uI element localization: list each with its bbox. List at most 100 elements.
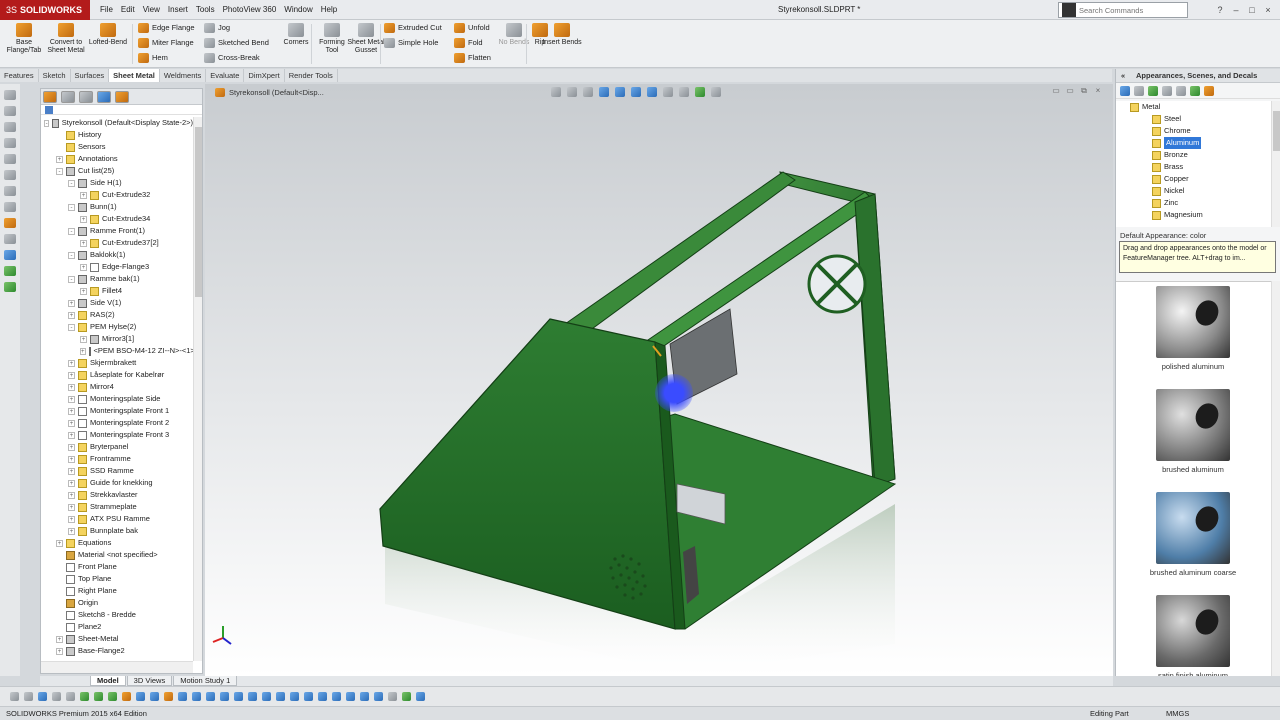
expand-toggle-icon[interactable]: +: [68, 383, 75, 391]
solid-filter-icon[interactable]: [122, 692, 131, 701]
expand-toggle-icon[interactable]: +: [56, 635, 63, 643]
corners-button[interactable]: Corners: [276, 23, 316, 47]
tab-evaluate[interactable]: Evaluate: [206, 69, 245, 82]
trim-tool-icon[interactable]: [4, 202, 16, 212]
expand-toggle-icon[interactable]: +: [68, 491, 75, 499]
datum-target-filter-icon[interactable]: [304, 692, 313, 701]
miter-flange-button[interactable]: Miter Flange: [138, 37, 194, 49]
surface-finish-filter-icon[interactable]: [234, 692, 243, 701]
bottom-tab-model[interactable]: Model: [90, 676, 126, 686]
tree-filter[interactable]: [41, 105, 202, 115]
tree-node[interactable]: + Fillet4: [41, 285, 193, 297]
dimxpert-tab-icon[interactable]: [97, 90, 111, 103]
bottom-tab-3d-views[interactable]: 3D Views: [126, 676, 173, 686]
menu-item-file[interactable]: File: [96, 0, 117, 20]
units-selector[interactable]: MMGS: [1166, 707, 1189, 720]
expand-toggle-icon[interactable]: +: [68, 419, 75, 427]
relations-tool-icon[interactable]: [4, 234, 16, 244]
tree-node[interactable]: Front Plane: [41, 561, 193, 573]
sketch-segment-filter-icon[interactable]: [178, 692, 187, 701]
view-settings-icon[interactable]: [711, 87, 721, 97]
tree-node[interactable]: + ATX PSU Ramme: [41, 513, 193, 525]
collapse-chevron-icon[interactable]: «: [1121, 69, 1125, 83]
appearance-thumbnail[interactable]: brushed aluminum coarse: [1120, 492, 1266, 577]
expand-toggle-icon[interactable]: +: [68, 479, 75, 487]
maximize-button[interactable]: □: [1244, 0, 1260, 20]
tree-node[interactable]: + Skjermbrakett: [41, 357, 193, 369]
menu-item-view[interactable]: View: [139, 0, 164, 20]
line-tool-icon[interactable]: [4, 122, 16, 132]
viewport-restore-button[interactable]: ▭: [1063, 86, 1077, 96]
tree-node[interactable]: Sketch8 - Bredde: [41, 609, 193, 621]
top-rail-back[interactable]: [564, 171, 796, 335]
axis-filter-icon[interactable]: [136, 692, 145, 701]
appearance-thumbnail[interactable]: polished aluminum: [1120, 286, 1266, 371]
apply-scene-icon[interactable]: [695, 87, 705, 97]
tree-node[interactable]: + Equations: [41, 537, 193, 549]
menu-item-insert[interactable]: Insert: [164, 0, 192, 20]
convert-to-sheet-metal-button[interactable]: Convert to Sheet Metal: [46, 23, 86, 55]
tree-node[interactable]: + Base-Flange2: [41, 645, 193, 657]
clear-filters-icon[interactable]: [24, 692, 33, 701]
expand-toggle-icon[interactable]: -: [68, 323, 75, 331]
search-commands-box[interactable]: [1058, 2, 1188, 18]
expand-toggle-icon[interactable]: +: [80, 215, 87, 223]
forward-icon[interactable]: [1134, 85, 1144, 96]
right-side-panel[interactable]: [854, 193, 896, 487]
select-tool-icon[interactable]: [4, 90, 16, 100]
dimension-tool-icon[interactable]: [4, 218, 16, 228]
save-tool-icon[interactable]: [4, 250, 16, 260]
tree-node[interactable]: + SSD Ramme: [41, 465, 193, 477]
material-item[interactable]: Bronze: [1116, 149, 1272, 161]
menu-item-photoview-360[interactable]: PhotoView 360: [219, 0, 281, 20]
weld-bead-filter-icon[interactable]: [402, 692, 411, 701]
circle-tool-icon[interactable]: [4, 154, 16, 164]
arc-tool-icon[interactable]: [4, 170, 16, 180]
tree-node[interactable]: + <PEM BSO-M4-12 ZI--N>-<1>: [41, 345, 193, 357]
tree-node[interactable]: Sensors: [41, 141, 193, 153]
tree-node[interactable]: - Cut list(25): [41, 165, 193, 177]
expand-toggle-icon[interactable]: -: [68, 275, 75, 283]
material-item[interactable]: Metal: [1116, 101, 1272, 113]
tree-node[interactable]: Right Plane: [41, 585, 193, 597]
spline-filter-icon[interactable]: [416, 692, 425, 701]
tree-node[interactable]: + Monteringsplate Side: [41, 393, 193, 405]
sketched-bend-button[interactable]: Sketched Bend: [204, 37, 269, 49]
tree-node[interactable]: + Monteringsplate Front 1: [41, 405, 193, 417]
plane-filter-icon[interactable]: [150, 692, 159, 701]
search-input[interactable]: [1079, 5, 1175, 15]
zoom-to-fit-icon[interactable]: [551, 87, 561, 97]
expand-toggle-icon[interactable]: +: [80, 335, 87, 343]
tree-node[interactable]: Origin: [41, 597, 193, 609]
expand-toggle-icon[interactable]: +: [68, 431, 75, 439]
datum-feature-filter-icon[interactable]: [276, 692, 285, 701]
tab-render-tools[interactable]: Render Tools: [285, 69, 338, 82]
expand-toggle-icon[interactable]: +: [68, 371, 75, 379]
tree-node[interactable]: + Strammeplate: [41, 501, 193, 513]
tree-node[interactable]: Material <not specified>: [41, 549, 193, 561]
simple-hole-button[interactable]: Simple Hole: [384, 37, 438, 49]
dimension-filter-icon[interactable]: [220, 692, 229, 701]
note-filter-icon[interactable]: [262, 692, 271, 701]
tree-node[interactable]: + Edge-Flange3: [41, 261, 193, 273]
expand-toggle-icon[interactable]: +: [80, 347, 86, 355]
feature-tree-tab-icon[interactable]: [43, 90, 57, 103]
expand-toggle-icon[interactable]: +: [68, 443, 75, 451]
tree-node[interactable]: + Strekkavlaster: [41, 489, 193, 501]
breadcrumb[interactable]: Styrekonsoll (Default<Disp...: [215, 88, 324, 97]
filter-selection-icon[interactable]: [10, 692, 19, 701]
menu-item-edit[interactable]: Edit: [117, 0, 139, 20]
tree-node[interactable]: - PEM Hylse(2): [41, 321, 193, 333]
tree-node[interactable]: + Annotations: [41, 153, 193, 165]
tree-node[interactable]: + Guide for knekking: [41, 477, 193, 489]
appearance-tool-icon[interactable]: [4, 266, 16, 276]
feature-tree-scrollbar[interactable]: [193, 117, 202, 661]
expand-toggle-icon[interactable]: +: [68, 395, 75, 403]
tree-node[interactable]: Plane2: [41, 621, 193, 633]
geometric-tolerance-filter-icon[interactable]: [248, 692, 257, 701]
minimize-button[interactable]: –: [1228, 0, 1244, 20]
scrollbar-thumb[interactable]: [1273, 111, 1280, 151]
tab-weldments[interactable]: Weldments: [160, 69, 207, 82]
back-icon[interactable]: [1120, 85, 1130, 96]
feature-tree-hscrollbar[interactable]: [41, 661, 193, 673]
